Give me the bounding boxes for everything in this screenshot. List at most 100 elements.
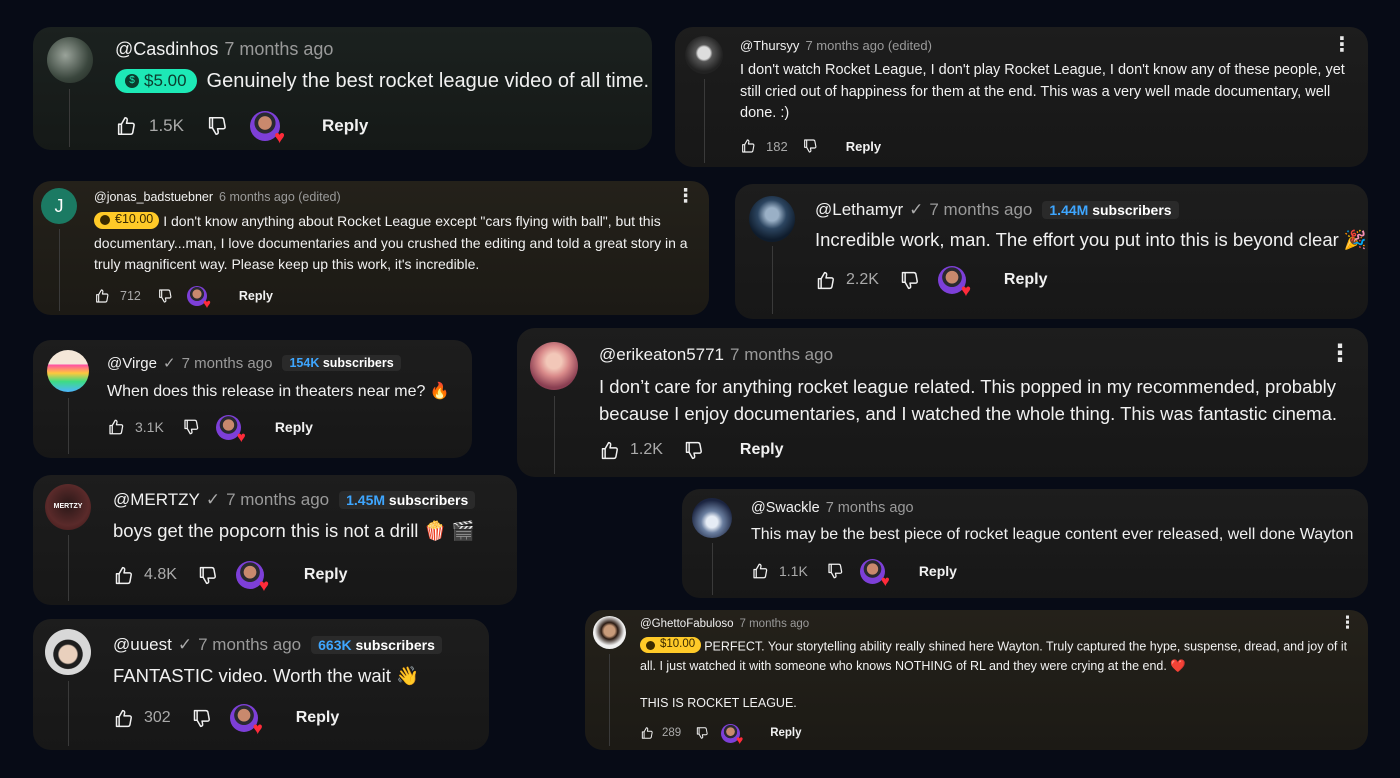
- avatar[interactable]: [685, 36, 723, 74]
- reply-button[interactable]: Reply: [304, 566, 348, 584]
- thumbs-down-icon[interactable]: [899, 270, 920, 291]
- like-count: 302: [144, 709, 171, 726]
- reply-button[interactable]: Reply: [239, 289, 273, 303]
- thumbs-down-icon[interactable]: [683, 440, 704, 461]
- thumbs-up-icon[interactable]: [94, 288, 110, 304]
- subscriber-count: 1.44M: [1049, 202, 1089, 218]
- comment-time[interactable]: 7 months ago: [224, 39, 333, 60]
- comment-time[interactable]: 7 months ago: [198, 635, 301, 655]
- comment-card: @Swackle 7 months ago This may be the be…: [682, 489, 1368, 598]
- reply-button[interactable]: Reply: [846, 139, 881, 154]
- avatar[interactable]: [530, 342, 578, 390]
- more-vertical-icon[interactable]: ⋮: [676, 187, 695, 206]
- thumbs-up-icon[interactable]: [640, 726, 654, 740]
- thumbs-down-icon[interactable]: [695, 726, 709, 740]
- thumbs-down-icon[interactable]: [826, 562, 844, 580]
- thumbs-up-icon[interactable]: [740, 138, 756, 154]
- super-thanks-amount: €10.00: [115, 212, 154, 227]
- comment-time[interactable]: 7 months ago: [226, 490, 329, 510]
- thumbs-down-icon[interactable]: [802, 138, 818, 154]
- avatar[interactable]: J: [41, 188, 77, 224]
- thumbs-up-icon[interactable]: [107, 418, 125, 436]
- comment-author[interactable]: @uuest: [113, 635, 172, 655]
- comment-time[interactable]: 7 months ago: [929, 200, 1032, 220]
- like-count: 1.2K: [630, 441, 663, 458]
- subscriber-badge: 1.45M subscribers: [339, 491, 476, 509]
- thumbs-down-icon[interactable]: [182, 418, 200, 436]
- comment-author[interactable]: @Casdinhos: [115, 39, 218, 60]
- comment-card: @uuest ✓ 7 months ago 663K subscribers F…: [33, 619, 489, 750]
- comment-time[interactable]: 7 months ago: [740, 618, 810, 630]
- reply-button[interactable]: Reply: [1004, 271, 1048, 289]
- comment-author[interactable]: @Lethamyr: [815, 200, 903, 220]
- comment-author[interactable]: @erikeaton5771: [599, 345, 724, 365]
- thread-line: [772, 246, 773, 314]
- avatar[interactable]: [45, 629, 91, 675]
- creator-heart-icon: ♥: [235, 561, 269, 594]
- creator-heart-icon: ♥: [215, 414, 246, 445]
- creator-heart-icon: ♥: [859, 558, 890, 589]
- comment-card: @Lethamyr ✓ 7 months ago 1.44M subscribe…: [735, 184, 1368, 319]
- comment-time[interactable]: 7 months ago: [730, 345, 833, 365]
- reply-button[interactable]: Reply: [740, 441, 784, 459]
- comment-time[interactable]: 7 months ago: [826, 500, 914, 516]
- comment-text: When does this release in theaters near …: [107, 383, 450, 400]
- subscriber-count: 663K: [318, 637, 352, 653]
- comment-card: J @jonas_badstuebner 6 months ago (edite…: [33, 181, 709, 315]
- more-vertical-icon[interactable]: ⋮: [1339, 614, 1356, 631]
- comment-time[interactable]: 6 months ago (edited): [219, 190, 341, 204]
- comment-author[interactable]: @Swackle: [751, 500, 820, 516]
- like-count: 1.5K: [149, 116, 184, 135]
- more-vertical-icon[interactable]: ⋮: [1332, 35, 1352, 55]
- comment-author[interactable]: @GhettoFabuloso: [640, 618, 734, 630]
- thumbs-up-icon[interactable]: [113, 565, 134, 586]
- subscriber-label: subscribers: [1088, 202, 1172, 218]
- thumbs-up-icon[interactable]: [751, 562, 769, 580]
- avatar[interactable]: [593, 616, 626, 649]
- comment-card: @Casdinhos 7 months ago $ $5.00 Genuinel…: [33, 27, 652, 150]
- reply-button[interactable]: Reply: [322, 116, 368, 136]
- comment-author[interactable]: @MERTZY: [113, 490, 200, 510]
- thumbs-up-icon[interactable]: [599, 440, 620, 461]
- avatar[interactable]: [47, 350, 89, 392]
- reply-button[interactable]: Reply: [919, 563, 957, 579]
- comment-author[interactable]: @Thursyy: [740, 38, 799, 53]
- creator-heart-icon: ♥: [229, 704, 263, 737]
- reply-button[interactable]: Reply: [275, 419, 313, 435]
- like-count: 2.2K: [846, 271, 879, 288]
- avatar[interactable]: [692, 498, 732, 538]
- thumbs-down-icon[interactable]: [197, 565, 218, 586]
- thumbs-down-icon[interactable]: [206, 115, 228, 137]
- thumbs-up-icon[interactable]: [815, 270, 836, 291]
- subscriber-badge: 663K subscribers: [311, 636, 442, 654]
- subscriber-count: 1.45M: [346, 492, 386, 508]
- money-icon: [100, 215, 110, 225]
- thread-line: [68, 398, 69, 454]
- comment-author[interactable]: @jonas_badstuebner: [94, 190, 213, 204]
- comment-time[interactable]: 7 months ago: [182, 355, 273, 372]
- thumbs-down-icon[interactable]: [191, 708, 212, 729]
- more-vertical-icon[interactable]: ⋮: [1328, 342, 1352, 366]
- subscriber-badge: 1.44M subscribers: [1042, 201, 1179, 219]
- comment-time[interactable]: 7 months ago (edited): [805, 38, 931, 53]
- super-thanks-badge: €10.00: [94, 211, 160, 229]
- comment-card: @Thursyy 7 months ago (edited) ⋮ I don't…: [675, 27, 1368, 167]
- heart-icon: ♥: [736, 732, 744, 747]
- reply-button[interactable]: Reply: [296, 709, 340, 727]
- creator-heart-icon: ♥: [937, 266, 971, 299]
- comment-text: $10.00 PERFECT. Your storytelling abilit…: [640, 637, 1366, 677]
- thumbs-down-icon[interactable]: [157, 288, 173, 304]
- reply-button[interactable]: Reply: [770, 727, 801, 739]
- thumbs-up-icon[interactable]: [115, 115, 137, 137]
- thumbs-up-icon[interactable]: [113, 708, 134, 729]
- avatar[interactable]: [749, 196, 795, 242]
- comment-card: @Virge ✓ 7 months ago 154K subscribers W…: [33, 340, 472, 458]
- comment-author[interactable]: @Virge: [107, 355, 157, 372]
- thread-line: [68, 535, 69, 601]
- heart-icon: ♥: [258, 576, 269, 595]
- thread-line: [68, 681, 69, 746]
- avatar[interactable]: [47, 37, 93, 83]
- subscriber-count: 154K: [289, 356, 320, 370]
- comment-card: MERTZY @MERTZY ✓ 7 months ago 1.45M subs…: [33, 475, 517, 605]
- avatar[interactable]: MERTZY: [45, 484, 91, 530]
